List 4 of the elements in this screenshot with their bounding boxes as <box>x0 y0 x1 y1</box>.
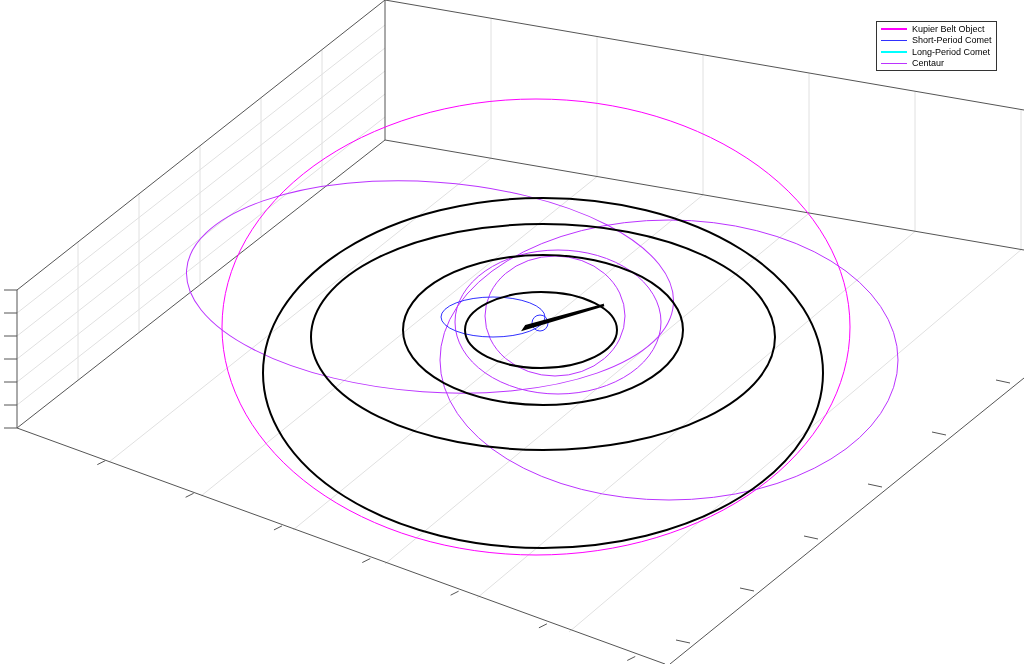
legend-label: Short-Period Comet <box>912 35 992 46</box>
legend-label: Long-Period Comet <box>912 46 991 57</box>
legend-label: Centaur <box>912 58 945 69</box>
legend-label: Kupier Belt Object <box>912 23 985 34</box>
